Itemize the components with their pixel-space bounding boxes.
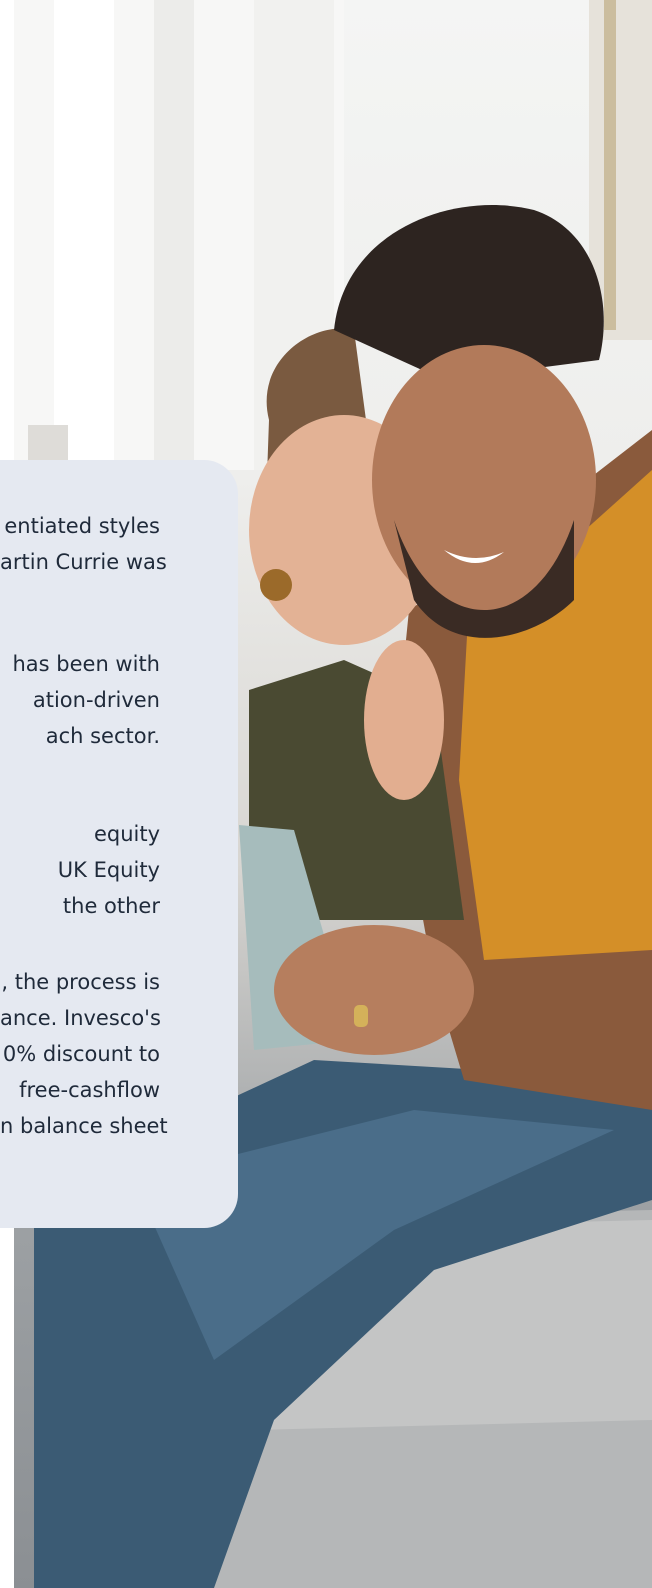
paragraph-line: free-cashflow: [19, 1078, 160, 1102]
paragraph-1: entiated styles artin Currie was: [0, 508, 238, 580]
paragraph-3: equity UK Equity the other: [0, 816, 238, 924]
paragraph-line: UK Equity: [57, 858, 160, 882]
paragraph-line: ation-driven: [32, 688, 160, 712]
paragraph-4: , the process is ance. Invesco's 0% disc…: [0, 964, 238, 1144]
paragraph-line: ach sector.: [45, 724, 160, 748]
paragraph-line: equity: [93, 822, 160, 846]
paragraph-line: n balance sheet: [0, 1114, 168, 1138]
paragraph-line: 0% discount to: [2, 1042, 160, 1066]
paragraph-2: has been with ation-driven ach sector.: [0, 646, 238, 754]
paragraph-line: entiated styles: [4, 514, 160, 538]
article-card: entiated styles artin Currie was has bee…: [0, 460, 238, 1228]
paragraph-line: ance. Invesco's: [0, 1006, 161, 1030]
paragraph-line: artin Currie was: [0, 550, 167, 574]
paragraph-line: , the process is: [1, 970, 160, 994]
paragraph-line: has been with: [12, 652, 160, 676]
paragraph-line: the other: [62, 894, 160, 918]
